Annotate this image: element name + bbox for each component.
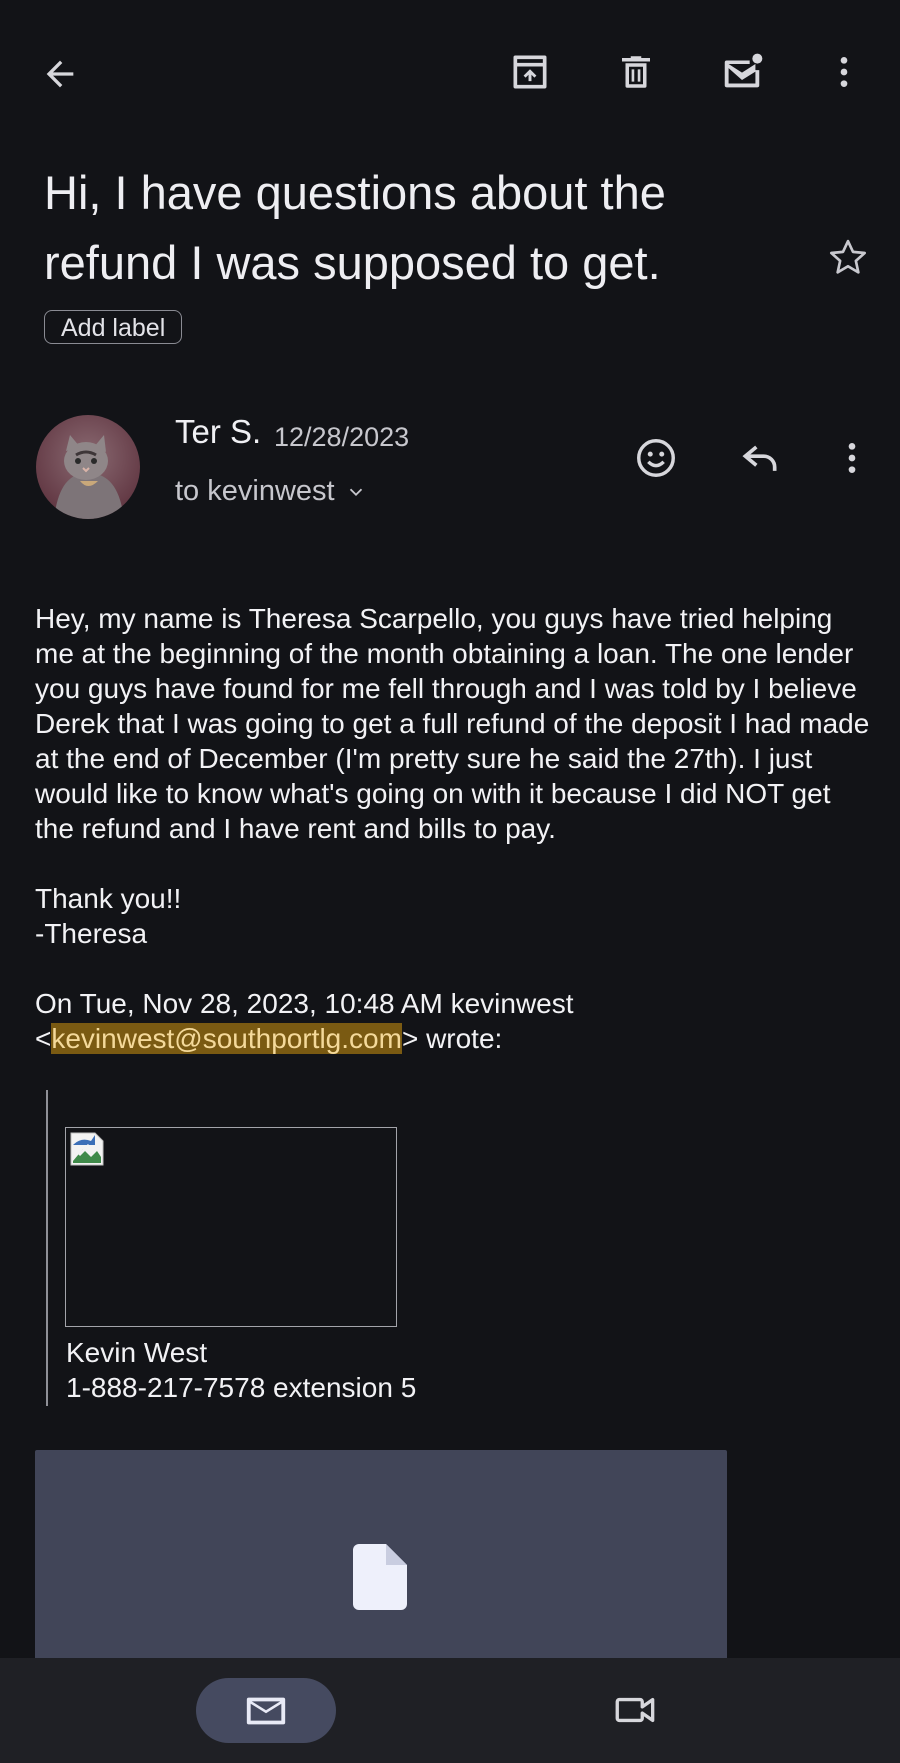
attachment-preview[interactable]: [35, 1450, 727, 1690]
add-label-button[interactable]: Add label: [44, 310, 183, 344]
mail-icon: [246, 1697, 286, 1724]
broken-image-icon: [70, 1132, 104, 1166]
body-paragraph: Hey, my name is Theresa Scarpello, you g…: [35, 603, 870, 844]
email-date: 12/28/2023: [274, 422, 410, 452]
mark-unread-button[interactable]: [710, 40, 774, 104]
more-vert-icon: [848, 443, 856, 473]
nav-mail-tab[interactable]: [196, 1678, 336, 1743]
signature-phone[interactable]: 1-888-217-7578 extension 5: [66, 1372, 416, 1404]
emoji-icon: [637, 439, 675, 477]
star-button[interactable]: [818, 228, 878, 288]
video-camera-icon: [615, 1697, 655, 1723]
email-subject: Hi, I have questions about the refund I …: [44, 166, 666, 289]
avatar-cat-photo: [36, 415, 140, 519]
more-options-button[interactable]: [812, 40, 876, 104]
document-icon: [353, 1544, 407, 1610]
bottom-navigation: [0, 1658, 900, 1763]
sender-name: Ter S.: [175, 413, 262, 450]
quote-header: On Tue, Nov 28, 2023, 10:48 AM kevinwest: [35, 988, 574, 1019]
chevron-down-icon: [349, 488, 362, 496]
message-more-button[interactable]: [820, 426, 884, 490]
email-body: Hey, my name is Theresa Scarpello, you g…: [35, 601, 875, 1056]
back-button[interactable]: [28, 42, 92, 106]
quoted-email-link[interactable]: kevinwest@southportlg.com: [51, 1023, 402, 1054]
reply-button[interactable]: [728, 426, 792, 490]
broken-image: [65, 1127, 397, 1327]
more-vert-icon: [840, 57, 848, 87]
trash-icon: [622, 56, 650, 88]
archive-button[interactable]: [498, 40, 562, 104]
body-thanks: Thank you!!: [35, 883, 182, 914]
delete-button[interactable]: [604, 40, 668, 104]
mail-unread-icon: [724, 53, 763, 88]
recipient-label: to kevinwest: [175, 475, 335, 507]
nav-meet-tab[interactable]: [596, 1680, 676, 1740]
recipient-details-toggle[interactable]: to kevinwest: [175, 475, 367, 508]
reply-icon: [742, 445, 777, 471]
avatar[interactable]: [36, 415, 140, 519]
quote-header-email-line: <kevinwest@southportlg.com> wrote:: [35, 1023, 503, 1054]
top-app-bar: [0, 0, 900, 140]
signature-name: Kevin West: [66, 1337, 208, 1368]
add-reaction-button[interactable]: [624, 426, 688, 490]
star-icon: [829, 239, 867, 274]
arrow-left-icon: [46, 60, 74, 88]
body-signoff: -Theresa: [35, 918, 148, 949]
archive-icon: [513, 55, 547, 89]
